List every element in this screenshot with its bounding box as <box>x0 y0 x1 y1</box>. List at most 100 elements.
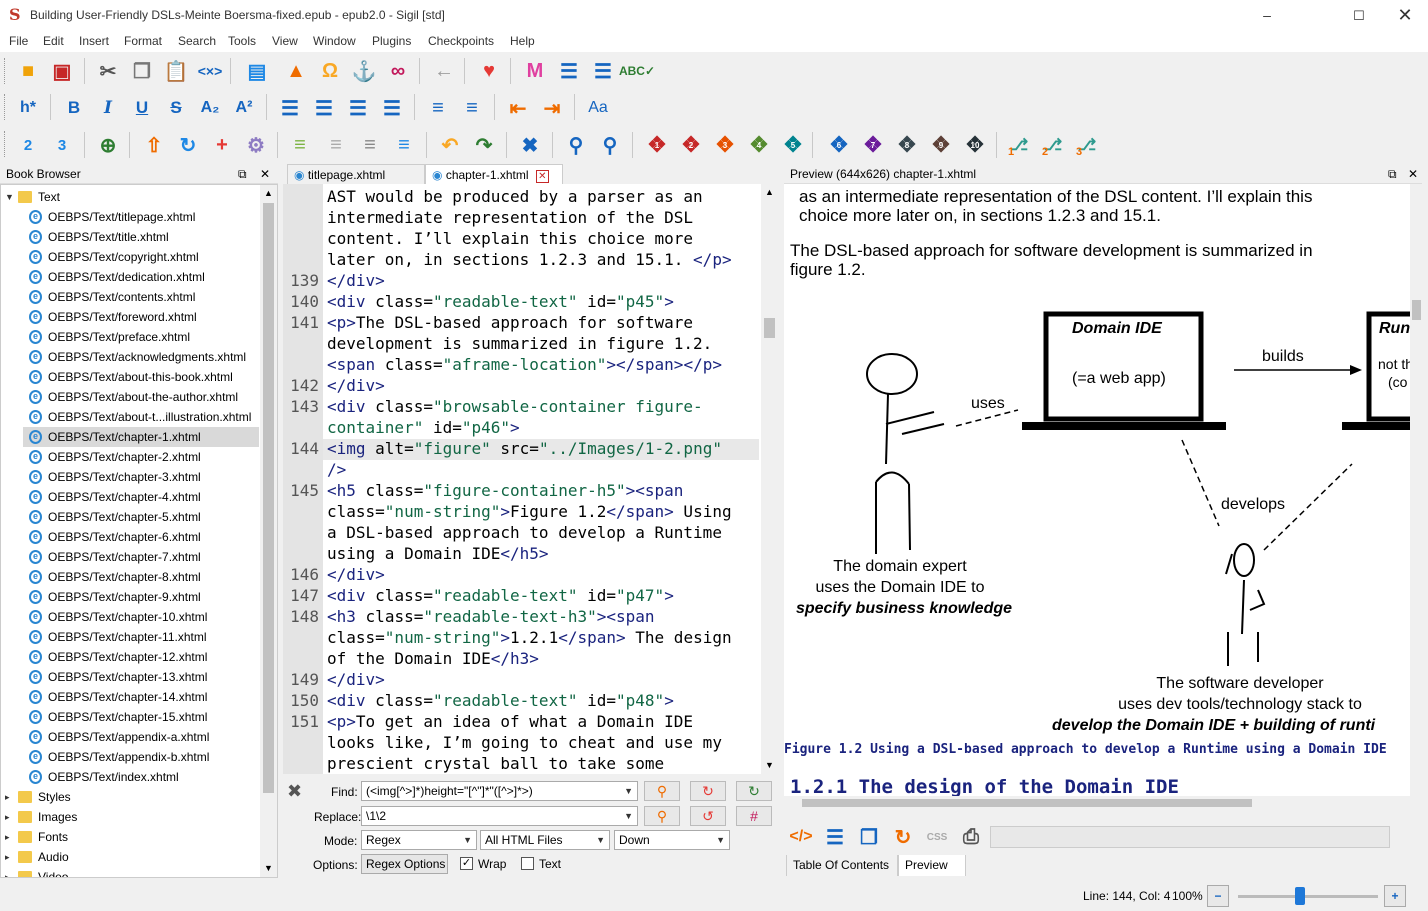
tree-file-item[interactable]: e OEBPS/Text/chapter-2.xhtml <box>1 447 259 467</box>
heading-level-9-icon[interactable]: ❖ 9 <box>926 130 956 160</box>
menu-window[interactable]: Window <box>313 34 356 48</box>
maximize-button[interactable]: ☐ <box>1336 0 1382 31</box>
search-icon[interactable]: ⚲ <box>561 130 591 160</box>
inspect-icon[interactable]: </> <box>786 822 816 852</box>
tree-file-item[interactable]: e OEBPS/Text/title.xhtml <box>1 227 259 247</box>
code-line[interactable]: <div class="readable-text" id="p47"> <box>327 585 674 606</box>
tree-file-item[interactable]: e OEBPS/Text/chapter-5.xhtml <box>1 507 259 527</box>
validate-x-icon[interactable]: ✖ <box>515 130 545 160</box>
tree-folder-text[interactable]: ▼ Text <box>1 187 259 207</box>
code-line[interactable]: intermediate representation of the DSL <box>327 207 693 228</box>
underline-button[interactable]: U <box>127 93 157 123</box>
replace-current-button[interactable]: ↺ <box>690 806 726 826</box>
wrap-checkbox[interactable]: ✓ <box>460 857 473 870</box>
tab-preview[interactable]: Preview <box>898 855 966 876</box>
tree-file-item[interactable]: e OEBPS/Text/copyright.xhtml <box>1 247 259 267</box>
code-line[interactable]: of the Domain IDE</h3> <box>327 648 539 669</box>
refresh-icon[interactable]: ↻ <box>173 130 203 160</box>
code-line[interactable]: <h3 class="readable-text-h3"><span <box>327 606 655 627</box>
mode-select[interactable]: Regex ▼ <box>361 830 477 850</box>
donate-heart-icon[interactable]: ♥ <box>474 56 504 86</box>
indent-icon[interactable]: ⇥ <box>537 93 567 123</box>
tree-file-item[interactable]: e OEBPS/Text/about-the-author.xhtml <box>1 387 259 407</box>
preview-hscrollbar[interactable] <box>784 796 1422 810</box>
tree-folder[interactable]: ▸ Video <box>1 867 259 877</box>
zoom-in-button[interactable]: + <box>1384 885 1406 907</box>
code-line[interactable]: </div> <box>327 564 385 585</box>
outdent-icon[interactable]: ⇤ <box>503 93 533 123</box>
code-line[interactable]: <div class="browsable-container figure- <box>327 396 703 417</box>
tree-scroll-thumb[interactable] <box>263 203 274 793</box>
italic-button[interactable]: I <box>93 93 123 123</box>
insert-file-icon[interactable]: ▤ <box>242 56 272 86</box>
code-line[interactable]: class="num-string">Figure 1.2</span> Usi… <box>327 501 732 522</box>
insert-link-icon[interactable]: ∞ <box>383 56 413 86</box>
heading-level-8-icon[interactable]: ❖ 8 <box>892 130 922 160</box>
preview-scroll-thumb[interactable] <box>1412 300 1421 320</box>
chevron-right-icon[interactable]: ▸ <box>5 867 15 877</box>
scroll-down-icon[interactable]: ▼ <box>765 760 774 770</box>
tree-file-item[interactable]: e OEBPS/Text/titlepage.xhtml <box>1 207 259 227</box>
menu-file[interactable]: File <box>9 34 28 48</box>
move-line-icon[interactable]: ≡ <box>355 130 385 160</box>
back-arrow-icon[interactable]: ← <box>429 56 459 86</box>
justify-icon[interactable]: ☰ <box>377 93 407 123</box>
scroll-up-icon[interactable]: ▲ <box>765 187 774 197</box>
open-folder-icon[interactable]: ■ <box>13 56 43 86</box>
align-center-icon[interactable]: ☰ <box>309 93 339 123</box>
code-line[interactable]: looks like, I’m going to cheat and use m… <box>327 732 722 753</box>
tree-file-item[interactable]: e OEBPS/Text/appendix-a.xhtml <box>1 727 259 747</box>
tree-file-item[interactable]: e OEBPS/Text/chapter-7.xhtml <box>1 547 259 567</box>
copy-preview-icon[interactable]: ❐ <box>854 822 884 852</box>
tree-file-item[interactable]: e OEBPS/Text/chapter-10.xhtml <box>1 607 259 627</box>
join-lines-icon[interactable]: ≡ <box>389 130 419 160</box>
code-line[interactable]: AST would be produced by a parser as an <box>327 186 703 207</box>
heading-level-6-icon[interactable]: ❖ 6 <box>824 130 854 160</box>
css-icon[interactable]: CSS <box>922 822 952 852</box>
search-advanced-icon[interactable]: ⚲ <box>595 130 625 160</box>
code-line[interactable]: </div> <box>327 270 385 291</box>
tree-file-item[interactable]: e OEBPS/Text/chapter-8.xhtml <box>1 567 259 587</box>
menu-edit[interactable]: Edit <box>43 34 64 48</box>
copy-icon[interactable]: ❐ <box>127 56 157 86</box>
menu-view[interactable]: View <box>272 34 298 48</box>
tree-file-item[interactable]: e OEBPS/Text/chapter-11.xhtml <box>1 627 259 647</box>
tree-file-item[interactable]: e OEBPS/Text/about-this-book.xhtml <box>1 367 259 387</box>
tree-file-item[interactable]: e OEBPS/Text/contents.xhtml <box>1 287 259 307</box>
heading-button[interactable]: h* <box>13 93 43 123</box>
tree-file-item[interactable]: e OEBPS/Text/chapter-1.xhtml <box>23 427 259 447</box>
metadata-editor-icon[interactable]: M <box>520 56 550 86</box>
heading-level-10-icon[interactable]: ❖ 10 <box>960 130 990 160</box>
replace-all-button[interactable]: ↻ <box>736 781 772 801</box>
heading-level-5-icon[interactable]: ❖ 5 <box>778 130 808 160</box>
paste-icon[interactable]: 📋 <box>161 56 191 86</box>
tree-level-1-icon[interactable]: ⎇ 1 <box>1004 130 1034 160</box>
code-line[interactable]: <p>To get an idea of what a Domain IDE <box>327 711 693 732</box>
bold-button[interactable]: B <box>59 93 89 123</box>
editor-scrollbar[interactable]: ▲ ▼ <box>761 184 778 774</box>
spellcheck-icon[interactable]: ABC✓ <box>619 56 655 86</box>
chevron-right-icon[interactable]: ▸ <box>5 787 15 807</box>
tree-file-item[interactable]: e OEBPS/Text/chapter-3.xhtml <box>1 467 259 487</box>
tree-file-item[interactable]: e OEBPS/Text/foreword.xhtml <box>1 307 259 327</box>
minimize-button[interactable]: – <box>1244 0 1290 31</box>
text-checkbox[interactable] <box>521 857 534 870</box>
direction-select[interactable]: Down ▼ <box>614 830 730 850</box>
tree-folder[interactable]: ▸ Audio <box>1 847 259 867</box>
tree-file-item[interactable]: e OEBPS/Text/chapter-6.xhtml <box>1 527 259 547</box>
code-line[interactable]: <img alt="figure" src="../Images/1-2.png… <box>327 438 722 459</box>
count-button[interactable]: # <box>736 806 772 826</box>
scroll-down-icon[interactable]: ▼ <box>264 863 273 873</box>
find-button[interactable]: ⚲ <box>644 781 680 801</box>
replace-input[interactable]: \1\2 ▼ <box>361 806 638 826</box>
preview-hscroll-thumb[interactable] <box>802 799 1252 807</box>
menu-plugins[interactable]: Plugins <box>372 34 411 48</box>
code-line[interactable]: later on, in sections 1.2.3 and 15.1. </… <box>327 249 732 270</box>
tree-file-item[interactable]: e OEBPS/Text/chapter-14.xhtml <box>1 687 259 707</box>
tree-file-item[interactable]: e OEBPS/Text/chapter-12.xhtml <box>1 647 259 667</box>
replace-find-button[interactable]: ↻ <box>690 781 726 801</box>
cut-icon[interactable]: ✂ <box>93 56 123 86</box>
insert-line-disabled-icon[interactable]: ≡ <box>321 130 351 160</box>
code-line[interactable]: <h5 class="figure-container-h5"><span <box>327 480 683 501</box>
menu-help[interactable]: Help <box>510 34 535 48</box>
